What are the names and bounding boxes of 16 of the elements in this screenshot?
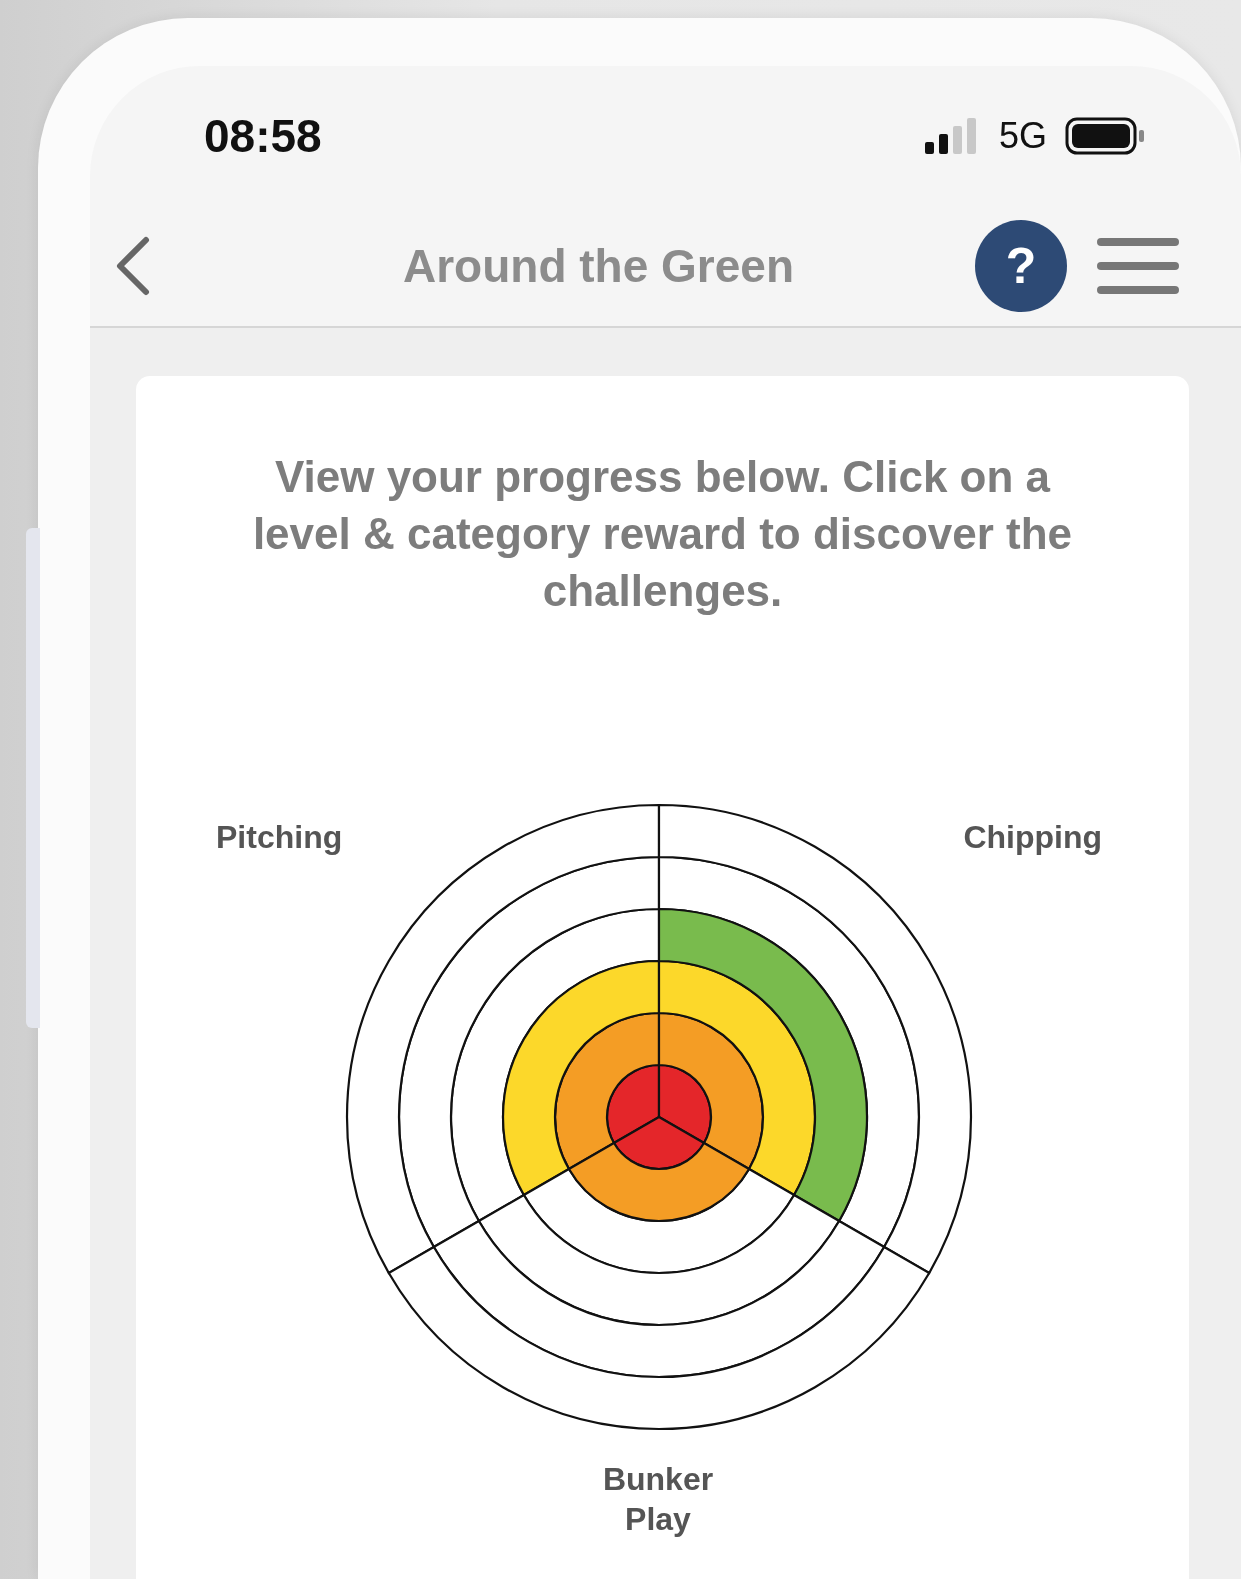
instructions-text: View your progress below. Click on a level & category reward to discover the challenges. (251, 451, 1074, 617)
wheel-segment[interactable] (567, 1141, 751, 1222)
wheel-segment[interactable] (477, 1193, 841, 1326)
wheel-segment[interactable] (657, 907, 868, 1223)
wheel-segment[interactable] (501, 959, 661, 1197)
status-time: 08:58 (204, 109, 322, 164)
menu-icon[interactable] (1097, 238, 1179, 295)
page-title: Around the Green (402, 239, 795, 294)
category-label: Chipping (963, 818, 1102, 857)
category-label: Pitching (216, 818, 343, 857)
wheel-segment[interactable] (522, 1167, 796, 1274)
battery-icon (1065, 117, 1145, 156)
wheel-segment[interactable] (612, 1115, 706, 1170)
help-button[interactable]: ? (975, 220, 1067, 313)
network-label: 5G (998, 115, 1047, 158)
category-label: Bunker Play (601, 1460, 715, 1539)
